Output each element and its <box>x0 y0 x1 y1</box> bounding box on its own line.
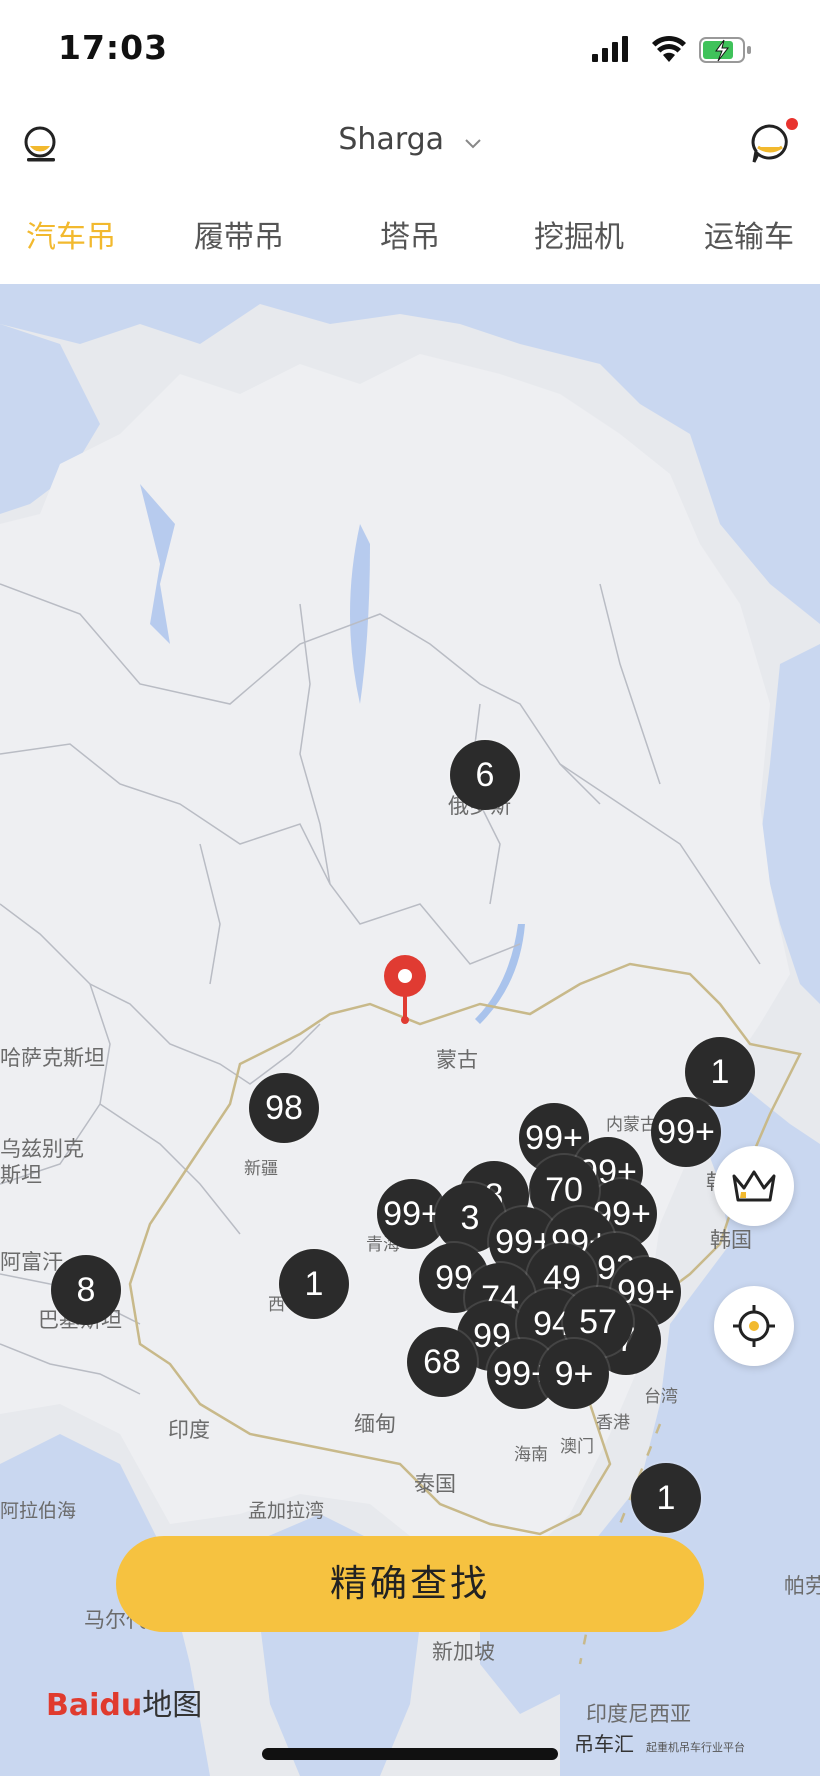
brand-watermark: 吊车汇 起重机吊车行业平台 <box>574 1728 745 1757</box>
city-name: Sharga <box>338 122 445 157</box>
cluster-marker[interactable]: 98 <box>249 1073 319 1143</box>
map-label-hongkong: 香港 <box>596 1413 630 1433</box>
map-label-singapore: 新加坡 <box>432 1640 495 1664</box>
notification-dot <box>786 118 798 130</box>
tab-truck-crane[interactable]: 汽车吊 <box>26 212 116 256</box>
map-label-macau: 澳门 <box>560 1437 594 1457</box>
battery-icon <box>699 37 751 63</box>
tab-transport-truck[interactable]: 运输车 <box>704 212 794 256</box>
map-label-mongolia: 蒙古 <box>436 1048 478 1072</box>
cluster-marker[interactable]: 1 <box>685 1037 755 1107</box>
map-label-myanmar: 缅甸 <box>354 1412 396 1436</box>
baidu-logo-text: Baidu <box>46 1688 143 1723</box>
map-label-india: 印度 <box>168 1418 210 1442</box>
status-bar: 17:03 <box>0 0 820 100</box>
crosshair-icon <box>733 1305 775 1347</box>
map-label-taiwan: 台湾 <box>644 1387 678 1407</box>
map-label-xinjiang: 新疆 <box>244 1159 278 1179</box>
city-selector[interactable]: Sharga <box>0 122 820 158</box>
vip-crown-button[interactable] <box>714 1146 794 1226</box>
crown-icon <box>732 1170 776 1202</box>
chevron-down-icon <box>464 123 482 158</box>
status-time: 17:03 <box>58 28 169 67</box>
baidu-map-logo: Baidudu地图 <box>46 1680 202 1724</box>
category-tabs: 汽车吊 履带吊 塔吊 挖掘机 运输车 <box>0 188 820 284</box>
baidu-map-word: 地图 <box>142 1688 203 1723</box>
map-label-kazakhstan: 哈萨克斯坦 <box>0 1046 105 1070</box>
map-label-indonesia: 印度尼西亚 <box>586 1702 691 1726</box>
tab-tower-crane[interactable]: 塔吊 <box>380 212 440 256</box>
map-label-korea: 韩国 <box>710 1228 752 1252</box>
brand-tagline: 起重机吊车行业平台 <box>646 1741 745 1754</box>
locate-me-button[interactable] <box>714 1286 794 1366</box>
map-label-inner-mongolia: 内蒙古 <box>606 1115 657 1135</box>
cluster-marker[interactable]: 9+ <box>539 1339 609 1409</box>
map-label-hainan: 海南 <box>514 1445 548 1465</box>
map-label-arabian-sea: 阿拉伯海 <box>0 1500 77 1522</box>
map-label-palau: 帕劳 <box>784 1574 820 1598</box>
home-indicator <box>262 1748 558 1760</box>
cluster-marker[interactable]: 6 <box>450 740 520 810</box>
top-bar: Sharga <box>0 100 820 188</box>
status-icons <box>592 35 751 63</box>
signal-icon <box>592 36 628 62</box>
message-button[interactable] <box>746 114 798 170</box>
wifi-icon <box>652 35 686 62</box>
map-label-thailand: 泰国 <box>414 1472 456 1496</box>
tab-excavator[interactable]: 挖掘机 <box>534 212 624 256</box>
map-label-afghanistan: 阿富汗 <box>0 1250 63 1274</box>
tab-crawler-crane[interactable]: 履带吊 <box>194 212 284 256</box>
map-label-bay-of-bengal: 孟加拉湾 <box>248 1500 325 1522</box>
location-pin-icon <box>384 955 426 1024</box>
brand-name: 吊车汇 <box>574 1732 634 1756</box>
cluster-marker[interactable]: 99+ <box>651 1097 721 1167</box>
precise-search-button[interactable]: 精确查找 <box>116 1536 704 1632</box>
cluster-marker[interactable]: 1 <box>279 1249 349 1319</box>
cluster-marker[interactable]: 8 <box>51 1255 121 1325</box>
cluster-marker[interactable]: 68 <box>407 1327 477 1397</box>
cluster-marker[interactable]: 1 <box>631 1463 701 1533</box>
map-label-uzbekistan: 乌兹别克 斯坦 <box>0 1137 84 1187</box>
